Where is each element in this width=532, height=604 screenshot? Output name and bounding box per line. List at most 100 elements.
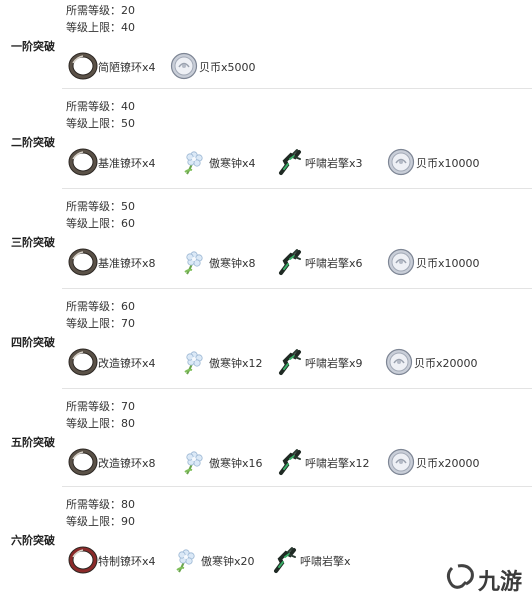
- level-cap-text: 等级上限：70: [66, 315, 135, 332]
- level-cap-value: 70: [121, 317, 135, 330]
- flower-icon: [179, 447, 209, 477]
- claw-icon: [275, 347, 305, 377]
- materials-list: 基准镣环x4 傲寒钟x4 呼啸岩擎x3 贝币x10000: [68, 147, 528, 179]
- level-cap-value: 90: [121, 515, 135, 528]
- required-level-label: 所需等级：: [66, 498, 121, 511]
- level-cap-text: 等级上限：40: [66, 19, 135, 36]
- material-label: 贝币x20000: [416, 457, 480, 470]
- required-level-value: 40: [121, 100, 135, 113]
- required-level-label: 所需等级：: [66, 200, 121, 213]
- required-level-text: 所需等级：20: [66, 2, 135, 19]
- ring-icon: [68, 147, 98, 177]
- material-item: 贝币x20000: [384, 347, 489, 379]
- material-label: 呼啸岩擎x3: [305, 157, 363, 170]
- material-item: 傲寒钟x16: [179, 447, 284, 479]
- material-label: 傲寒钟x20: [201, 555, 255, 568]
- material-item: 傲寒钟x12: [179, 347, 284, 379]
- material-item: 呼啸岩擎x9: [275, 347, 380, 379]
- material-item: 贝币x20000: [386, 447, 491, 479]
- material-label: 改造镣环x8: [98, 457, 156, 470]
- level-cap-value: 80: [121, 417, 135, 430]
- required-level-value: 60: [121, 300, 135, 313]
- level-cap-text: 等级上限：50: [66, 115, 135, 132]
- material-label: 傲寒钟x12: [209, 357, 263, 370]
- tier-name: 二阶突破: [11, 136, 55, 149]
- material-label: 基准镣环x8: [98, 257, 156, 270]
- level-requirements: 所需等级：60 等级上限：70: [66, 298, 135, 332]
- flower-icon: [179, 147, 209, 177]
- material-label: 贝币x10000: [416, 157, 480, 170]
- material-label: 简陋镣环x4: [98, 61, 156, 74]
- claw-icon: [275, 247, 305, 277]
- level-cap-text: 等级上限：90: [66, 513, 135, 530]
- material-item: 呼啸岩擎x12: [275, 447, 380, 479]
- required-level-label: 所需等级：: [66, 100, 121, 113]
- tier-row: 一阶突破 所需等级：20 等级上限：40 简陋镣环x4 贝币x5000: [0, 0, 532, 100]
- materials-list: 改造镣环x4 傲寒钟x12 呼啸岩擎x9 贝币x20000: [68, 347, 528, 379]
- material-label: 贝币x5000: [199, 61, 256, 74]
- material-label: 呼啸岩擎x6: [305, 257, 363, 270]
- ring-icon: [68, 347, 98, 377]
- coin-icon: [386, 147, 416, 177]
- level-cap-value: 40: [121, 21, 135, 34]
- row-divider: [62, 88, 532, 89]
- material-item: 贝币x10000: [386, 147, 491, 179]
- coin-icon: [386, 447, 416, 477]
- row-divider: [62, 288, 532, 289]
- level-cap-value: 50: [121, 117, 135, 130]
- required-level-label: 所需等级：: [66, 4, 121, 17]
- level-cap-label: 等级上限：: [66, 317, 121, 330]
- ring-icon: [68, 447, 98, 477]
- material-label: 改造镣环x4: [98, 357, 156, 370]
- level-cap-text: 等级上限：60: [66, 215, 135, 232]
- required-level-value: 20: [121, 4, 135, 17]
- material-label: 呼啸岩擎x12: [305, 457, 370, 470]
- required-level-value: 70: [121, 400, 135, 413]
- required-level-text: 所需等级：70: [66, 398, 135, 415]
- row-divider: [62, 388, 532, 389]
- required-level-label: 所需等级：: [66, 400, 121, 413]
- material-item: 改造镣环x8: [68, 447, 173, 479]
- row-divider: [62, 188, 532, 189]
- required-level-text: 所需等级：80: [66, 496, 135, 513]
- material-label: 呼啸岩擎x: [300, 555, 351, 568]
- required-level-text: 所需等级：60: [66, 298, 135, 315]
- level-requirements: 所需等级：20 等级上限：40: [66, 2, 135, 36]
- coin-icon: [386, 247, 416, 277]
- level-cap-text: 等级上限：80: [66, 415, 135, 432]
- row-divider: [62, 486, 532, 487]
- level-requirements: 所需等级：80 等级上限：90: [66, 496, 135, 530]
- watermark-text: 九游: [477, 569, 522, 595]
- material-label: 贝币x10000: [416, 257, 480, 270]
- level-cap-label: 等级上限：: [66, 515, 121, 528]
- tier-name: 六阶突破: [11, 534, 55, 547]
- claw-icon: [270, 545, 300, 575]
- material-item: 基准镣环x4: [68, 147, 173, 179]
- material-label: 特制镣环x4: [98, 555, 156, 568]
- tier-row: 五阶突破 所需等级：70 等级上限：80 改造镣环x8 傲寒钟x16 呼啸岩擎x12 贝币x…: [0, 396, 532, 496]
- material-item: 呼啸岩擎x6: [275, 247, 380, 279]
- watermark-logo: 九游: [442, 560, 532, 600]
- materials-list: 基准镣环x8 傲寒钟x8 呼啸岩擎x6 贝币x10000: [68, 247, 528, 279]
- material-item: 贝币x10000: [386, 247, 491, 279]
- tier-name: 三阶突破: [11, 236, 55, 249]
- material-label: 贝币x20000: [414, 357, 478, 370]
- level-requirements: 所需等级：50 等级上限：60: [66, 198, 135, 232]
- required-level-value: 80: [121, 498, 135, 511]
- flower-icon: [179, 347, 209, 377]
- material-item: 呼啸岩擎x: [270, 545, 375, 577]
- tier-name: 五阶突破: [11, 436, 55, 449]
- claw-icon: [275, 147, 305, 177]
- material-item: 基准镣环x8: [68, 247, 173, 279]
- level-cap-label: 等级上限：: [66, 117, 121, 130]
- material-label: 呼啸岩擎x9: [305, 357, 363, 370]
- jiuyou-logo-icon: 九游: [446, 564, 522, 595]
- materials-list: 改造镣环x8 傲寒钟x16 呼啸岩擎x12 贝币x20000: [68, 447, 528, 479]
- material-item: 呼啸岩擎x3: [275, 147, 380, 179]
- material-item: 傲寒钟x20: [171, 545, 276, 577]
- flower-icon: [179, 247, 209, 277]
- material-item: 贝币x5000: [169, 51, 274, 83]
- material-item: 特制镣环x4: [68, 545, 173, 577]
- level-cap-label: 等级上限：: [66, 21, 121, 34]
- material-item: 傲寒钟x8: [179, 247, 284, 279]
